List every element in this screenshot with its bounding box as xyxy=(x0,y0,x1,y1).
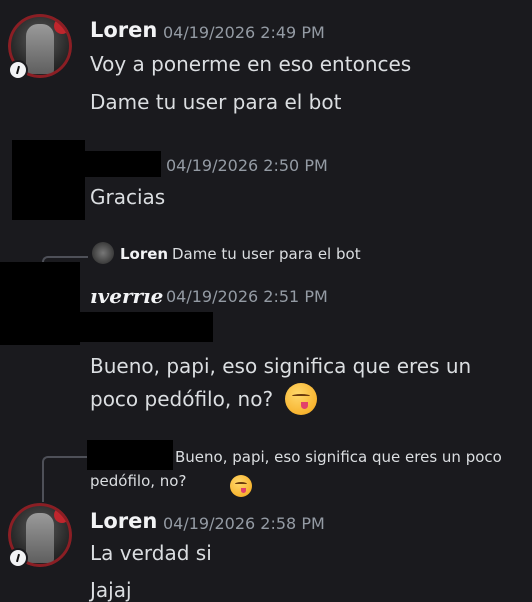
reply-preview-continued[interactable]: pedófilo, no? xyxy=(90,472,186,490)
yum-face-emoji xyxy=(230,475,253,497)
message-text: Voy a ponerme en eso entonces xyxy=(90,52,412,76)
timestamp: 04/19/2026 2:58 PM xyxy=(163,514,325,533)
timestamp: 04/19/2026 2:49 PM xyxy=(163,23,325,42)
redacted-content xyxy=(80,312,213,342)
username[interactable]: Loren xyxy=(90,509,157,533)
reply-connector xyxy=(42,456,88,502)
redacted-username xyxy=(85,151,161,177)
redacted-reply-author xyxy=(87,440,173,470)
timestamp: 04/19/2026 2:51 PM xyxy=(166,287,328,306)
message-text: poco pedófilo, no? xyxy=(90,387,274,411)
message-text: Dame tu user para el bot xyxy=(90,90,342,114)
status-badge xyxy=(8,60,28,80)
timestamp: 04/19/2026 2:50 PM xyxy=(166,156,328,175)
message-text: La verdad si xyxy=(90,541,212,565)
reply-author[interactable]: Loren xyxy=(120,245,168,263)
redacted-avatar xyxy=(12,140,85,220)
username[interactable]: Loren xyxy=(90,18,157,42)
reply-preview[interactable]: Bueno, papi, eso significa que eres un p… xyxy=(175,448,502,466)
reply-preview[interactable]: Dame tu user para el bot xyxy=(172,245,361,263)
reply-avatar xyxy=(92,242,114,264)
message-text: Gracias xyxy=(90,185,166,209)
yum-face-emoji[interactable] xyxy=(285,383,317,415)
message-text: Jajaj xyxy=(90,578,132,602)
username[interactable]: ıverrıe xyxy=(90,284,163,308)
redacted-avatar xyxy=(0,262,80,345)
status-badge xyxy=(8,548,28,568)
message-text: Bueno, papi, eso significa que eres un xyxy=(90,354,472,378)
